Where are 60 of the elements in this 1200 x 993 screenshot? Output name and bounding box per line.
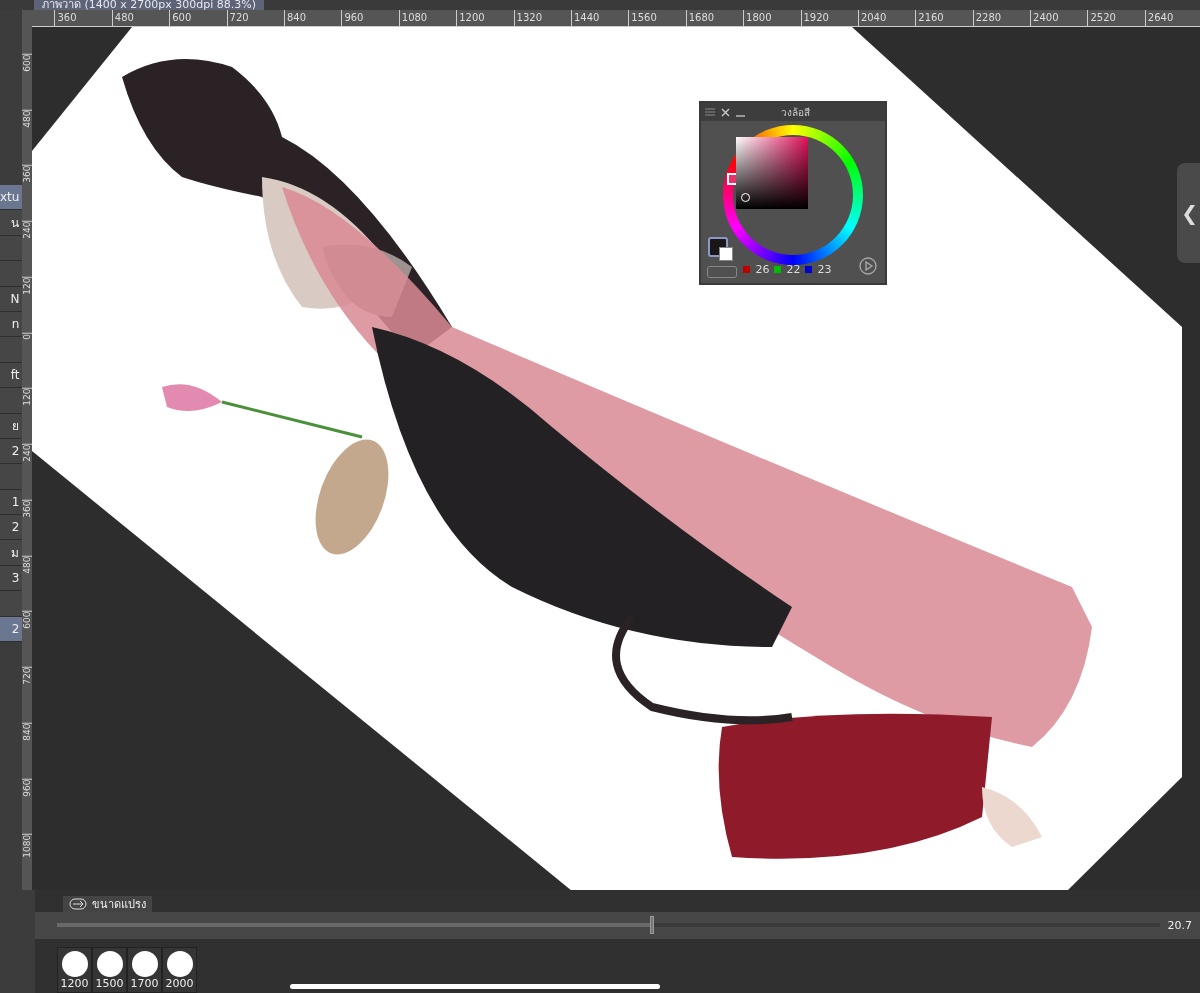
- ruler-label: 2640: [1144, 10, 1200, 26]
- layer-item[interactable]: 2: [0, 438, 23, 465]
- panel-title: วงล้อสี: [781, 105, 811, 120]
- layer-item[interactable]: ม: [0, 540, 23, 566]
- close-icon[interactable]: [721, 107, 731, 117]
- layer-item[interactable]: [0, 337, 23, 363]
- ruler-label: 2520: [1087, 10, 1145, 26]
- menu-icon[interactable]: [705, 108, 716, 116]
- ruler-label: 1320: [513, 10, 571, 26]
- ruler-label: 840: [284, 10, 342, 26]
- layer-item[interactable]: xtu: [0, 185, 23, 211]
- resize-arrows-icon: [69, 897, 87, 910]
- ruler-label: 1920: [800, 10, 858, 26]
- layer-item[interactable]: N: [0, 286, 23, 312]
- channel-chip-icon: [743, 266, 751, 273]
- ruler-label: 1200: [456, 10, 514, 26]
- channel-chip-icon: [774, 266, 782, 273]
- channel-chip-icon: [805, 266, 813, 273]
- brush-size-preset[interactable]: 1500: [92, 947, 127, 993]
- channel-value: 26: [755, 263, 770, 276]
- ruler-label: 600: [169, 10, 227, 26]
- layer-item[interactable]: [0, 388, 23, 414]
- saturation-square[interactable]: [736, 137, 809, 209]
- ruler-label: 1560: [628, 10, 686, 26]
- ruler-label: 360: [54, 10, 112, 26]
- panel-toggle[interactable]: ❮: [1177, 163, 1200, 263]
- layer-item[interactable]: [0, 235, 23, 262]
- ruler-label: 1680: [685, 10, 744, 26]
- ruler-label: 2040: [857, 10, 916, 26]
- layer-item[interactable]: น: [0, 210, 23, 236]
- ruler-label: 1800: [743, 10, 801, 26]
- channel-value: 23: [817, 263, 832, 276]
- layer-item[interactable]: 2: [0, 515, 23, 541]
- ruler-label: 2400: [1030, 10, 1088, 26]
- layer-item[interactable]: 2: [0, 616, 23, 643]
- brush-size-tab[interactable]: ขนาดแปรง: [63, 895, 152, 912]
- document-tab[interactable]: ภาพวาด (1400 x 2700px 300dpi 88.3%): [34, 0, 265, 10]
- layer-item[interactable]: n: [0, 311, 23, 338]
- brush-size-preset[interactable]: 1700: [127, 947, 162, 993]
- brush-size-preset[interactable]: 1200: [57, 947, 92, 993]
- layer-item[interactable]: 3: [0, 565, 23, 592]
- layer-item[interactable]: 1: [0, 489, 23, 516]
- ruler-label: 720: [226, 10, 284, 26]
- transparent-swatch[interactable]: [707, 266, 738, 278]
- layer-item[interactable]: ft: [0, 362, 23, 389]
- brush-size-value[interactable]: 20.7: [1167, 918, 1192, 932]
- ruler-label: 480: [111, 10, 170, 26]
- layer-item[interactable]: [0, 261, 23, 287]
- channel-value: 22: [786, 263, 801, 276]
- ruler-label: 2160: [915, 10, 973, 26]
- ruler-label: 960: [341, 10, 399, 26]
- ruler-label: 1080: [398, 10, 457, 26]
- brush-size-preset[interactable]: 2000: [162, 947, 197, 993]
- play-icon[interactable]: [859, 257, 878, 275]
- layer-item[interactable]: ย: [0, 413, 23, 439]
- ruler-label: 1440: [570, 10, 629, 26]
- layer-item[interactable]: [0, 591, 23, 617]
- ruler-label: 2280: [972, 10, 1031, 26]
- background-color-swatch[interactable]: [719, 247, 734, 261]
- layer-item[interactable]: [0, 464, 23, 490]
